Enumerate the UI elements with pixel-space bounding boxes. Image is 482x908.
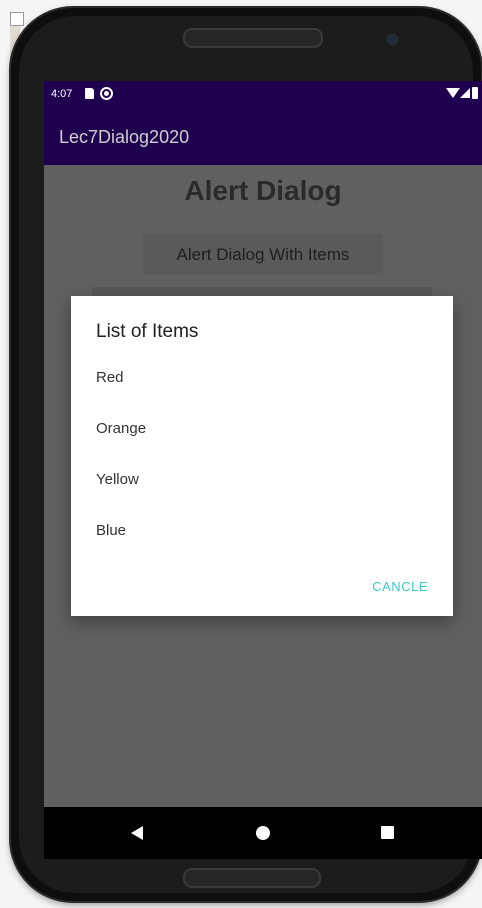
signal-icon (460, 88, 470, 98)
home-icon[interactable] (256, 826, 270, 840)
device-screen: 4:07 Lec7Dialog2020 Alert Dialog Alert D… (44, 81, 482, 859)
sd-card-icon (85, 88, 94, 99)
front-camera (387, 34, 398, 45)
alert-dialog-with-items-button[interactable]: Alert Dialog With Items (143, 234, 383, 275)
dialog-item-yellow[interactable]: Yellow (96, 471, 139, 488)
wifi-icon (446, 88, 460, 98)
phone-frame: 4:07 Lec7Dialog2020 Alert Dialog Alert D… (11, 8, 482, 901)
battery-icon (472, 87, 478, 99)
corner-checkbox (10, 12, 24, 26)
page-title: Alert Dialog (184, 175, 342, 206)
top-speaker (183, 28, 323, 48)
status-bar: 4:07 (44, 81, 482, 108)
app-bar: Lec7Dialog2020 (44, 108, 482, 165)
dialog-item-red[interactable]: Red (96, 369, 124, 386)
sync-icon (100, 87, 113, 100)
dialog-item-orange[interactable]: Orange (96, 420, 146, 437)
bottom-speaker (183, 868, 321, 888)
dialog-item-blue[interactable]: Blue (96, 522, 126, 539)
recents-icon[interactable] (381, 826, 394, 839)
status-time: 4:07 (51, 88, 73, 100)
list-dialog: List of Items Red Orange Yellow Blue CAN… (71, 296, 453, 616)
navigation-bar (44, 807, 482, 859)
app-title: Lec7Dialog2020 (59, 127, 190, 147)
back-icon[interactable] (131, 826, 143, 840)
dialog-title: List of Items (96, 321, 199, 342)
cancel-button[interactable]: CANCLE (372, 579, 428, 594)
